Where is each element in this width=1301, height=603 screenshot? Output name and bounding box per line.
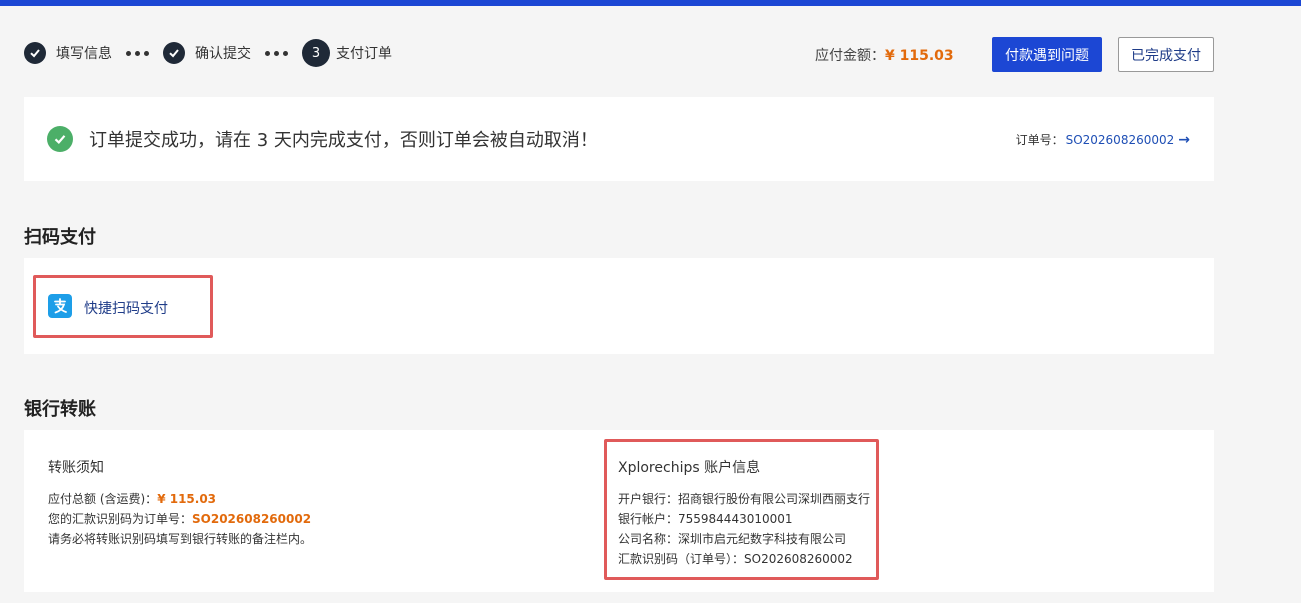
amount-label: 应付金额： [815, 48, 885, 64]
step-separator [263, 50, 290, 56]
qr-payment-panel: 快捷扫码支付 [24, 258, 1214, 354]
amount-value: ¥ 115.03 [885, 48, 954, 64]
step-pay: 3 支付订单 [302, 39, 392, 67]
bank-account-line: 银行帐户：755984443010001 [618, 512, 793, 526]
arrow-right-icon[interactable]: → [1178, 132, 1190, 148]
step-fill-info: 填写信息 [24, 42, 112, 64]
step-separator [124, 50, 151, 56]
step-label: 确认提交 [195, 46, 251, 62]
bank-name-line: 开户银行：招商银行股份有限公司深圳西丽支行 [618, 492, 871, 506]
total-label: 应付总额 (含运费)： [48, 492, 158, 506]
payment-problem-button[interactable]: 付款遇到问题 [992, 37, 1102, 72]
order-number-label: 订单号： [1015, 133, 1064, 147]
bank-section-title: 银行转账 [24, 399, 96, 420]
qr-section-title: 扫码支付 [24, 227, 96, 248]
total-value: ¥ 115.03 [157, 492, 217, 506]
remit-code-info-line: 汇款识别码（订单号）：SO202608260002 [618, 552, 853, 566]
step-label: 支付订单 [336, 46, 392, 62]
alipay-icon[interactable] [48, 294, 72, 318]
quick-qr-pay-option[interactable]: 快捷扫码支付 [84, 298, 168, 318]
order-success-panel: 订单提交成功，请在 3 天内完成支付，否则订单会被自动取消！ 订单号： SO20… [24, 97, 1214, 181]
success-message: 订单提交成功，请在 3 天内完成支付，否则订单会被自动取消！ [89, 130, 598, 151]
success-check-icon [47, 126, 73, 152]
payable-amount: 应付金额：¥ 115.03 [815, 45, 954, 65]
step-number: 3 [302, 39, 330, 67]
order-number-link[interactable]: 订单号： SO202608260002 → [1016, 131, 1190, 148]
step-label: 填写信息 [56, 46, 112, 62]
code-label: 您的汇款识别码为订单号： [48, 512, 193, 526]
check-icon [24, 42, 46, 64]
remit-code-line: 您的汇款识别码为订单号：SO202608260002 [48, 510, 311, 527]
bank-transfer-panel: 转账须知 应付总额 (含运费)：¥ 115.03 您的汇款识别码为订单号：SO2… [24, 430, 1214, 592]
order-number[interactable]: SO202608260002 [1066, 133, 1175, 147]
transfer-notice-title: 转账须知 [48, 460, 104, 476]
company-name-line: 公司名称：深圳市启元纪数字科技有限公司 [618, 532, 847, 546]
transfer-note: 请务必将转账识别码填写到银行转账的备注栏内。 [48, 532, 313, 546]
code-value: SO202608260002 [192, 512, 312, 526]
account-info-title: Xplorechips 账户信息 [618, 460, 761, 476]
top-accent-bar [0, 0, 1301, 6]
payment-done-button[interactable]: 已完成支付 [1118, 37, 1214, 72]
step-confirm: 确认提交 [163, 42, 251, 64]
total-amount-line: 应付总额 (含运费)：¥ 115.03 [48, 490, 216, 507]
check-icon [163, 42, 185, 64]
checkout-steps: 填写信息 确认提交 3 支付订单 [24, 38, 392, 68]
